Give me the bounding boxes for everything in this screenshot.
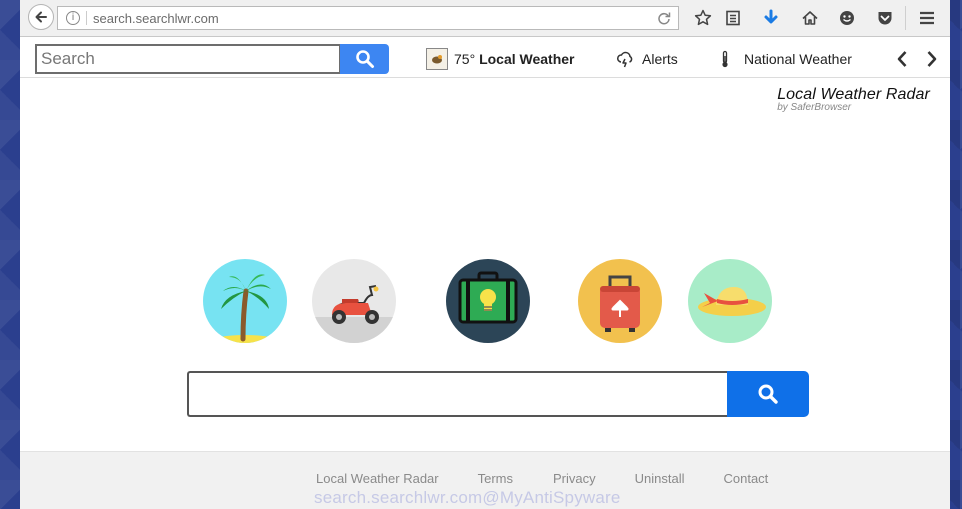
temperature-value: 75°: [454, 51, 476, 67]
hamburger-menu-icon[interactable]: [917, 8, 937, 28]
main-search-button[interactable]: [727, 371, 809, 417]
alerts-link[interactable]: Alerts: [616, 48, 678, 70]
alerts-label: Alerts: [642, 51, 678, 67]
chevron-left-icon: [897, 51, 907, 67]
footer: Local Weather Radar Terms Privacy Uninst…: [20, 451, 950, 509]
luggage-icon[interactable]: [578, 259, 662, 343]
extension-toolbar: 75° Local Weather Alerts National Weathe…: [20, 37, 950, 78]
main-search-input[interactable]: [187, 371, 727, 417]
bookmark-star-icon[interactable]: [693, 8, 713, 28]
reading-list-icon[interactable]: [723, 8, 743, 28]
briefcase-lightbulb-icon[interactable]: [446, 259, 530, 343]
thermometer-icon: [722, 50, 728, 68]
toolbar-search-input[interactable]: [35, 44, 341, 74]
watermark: search.searchlwr.com@MyAntiSpyware: [314, 488, 621, 507]
scroll-left-button[interactable]: [894, 50, 910, 68]
national-weather-link[interactable]: National Weather: [720, 48, 852, 70]
pocket-icon[interactable]: [875, 8, 895, 28]
national-weather-label: National Weather: [744, 51, 852, 67]
brand-logo[interactable]: Local Weather Radar by SaferBrowser: [777, 86, 930, 113]
reload-icon[interactable]: [656, 10, 672, 26]
home-icon[interactable]: [800, 8, 820, 28]
footer-link-terms[interactable]: Terms: [478, 471, 513, 486]
page-content: Local Weather Radar by SaferBrowser: [20, 78, 950, 451]
local-weather-link[interactable]: 75° Local Weather: [454, 51, 575, 67]
weather-thumbnail-icon[interactable]: [426, 48, 448, 70]
back-button[interactable]: [28, 4, 54, 30]
footer-links: Local Weather Radar Terms Privacy Uninst…: [316, 471, 768, 486]
download-icon[interactable]: [761, 8, 781, 28]
toolbar-divider: [905, 6, 906, 30]
browser-window: i search.searchlwr.com Search 75° Local …: [20, 0, 950, 509]
toolbar-search-button[interactable]: [340, 44, 389, 74]
arrow-left-icon: [35, 11, 47, 23]
navigation-bar: i search.searchlwr.com: [20, 0, 950, 37]
local-weather-label: Local Weather: [479, 51, 575, 67]
info-icon[interactable]: i: [66, 11, 80, 25]
hello-chat-icon[interactable]: [837, 8, 857, 28]
search-icon: [355, 50, 374, 68]
url-text[interactable]: search.searchlwr.com: [93, 11, 219, 26]
sun-hat-icon[interactable]: [688, 259, 772, 343]
chevron-right-icon: [927, 51, 937, 67]
search-icon: [758, 384, 778, 404]
storm-cloud-icon: [617, 51, 633, 68]
palm-tree-icon[interactable]: [203, 259, 287, 343]
address-bar[interactable]: i search.searchlwr.com: [57, 6, 679, 30]
footer-link-privacy[interactable]: Privacy: [553, 471, 596, 486]
footer-link-contact[interactable]: Contact: [723, 471, 768, 486]
scooter-icon[interactable]: [312, 259, 396, 343]
url-divider: [86, 11, 87, 25]
footer-link-uninstall[interactable]: Uninstall: [635, 471, 685, 486]
scroll-right-button[interactable]: [924, 50, 940, 68]
footer-link-local-weather-radar[interactable]: Local Weather Radar: [316, 471, 439, 486]
